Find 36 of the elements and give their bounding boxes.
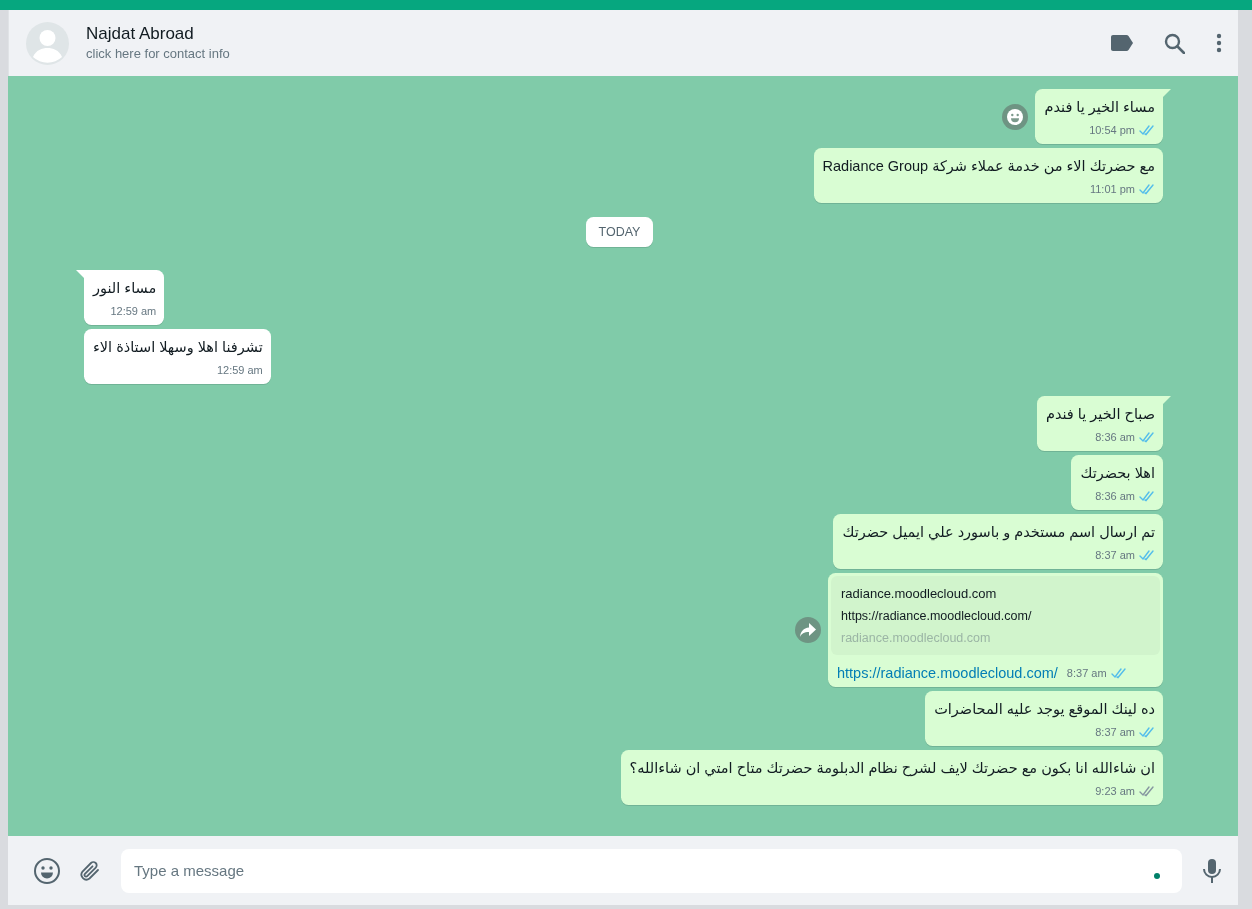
menu-icon[interactable] <box>1216 33 1222 53</box>
preview-site: radiance.moodlecloud.com <box>841 631 992 645</box>
contact-info-hint[interactable]: click here for contact info <box>86 45 1111 63</box>
message-text: ان شاءالله انا بكون مع حضرتك لايف لشرح نظام الدبلومة حضرتك متاح امتي ان شاءالله؟ <box>629 759 1155 778</box>
message-text: تم ارسال اسم مستخدم و باسورد علي ايميل حضرتك <box>842 523 1155 542</box>
message-time: 9:23 am <box>1095 784 1135 799</box>
message-text: صباح الخير يا فندم <box>1045 405 1155 424</box>
message-time: 10:54 pm <box>1089 123 1135 138</box>
message-time: 8:36 am <box>1095 430 1135 445</box>
message-time: 8:37 am <box>1095 548 1135 563</box>
message-text: اهلا بحضرتك <box>1080 464 1155 483</box>
message-text: مساء الخير يا فندم <box>1044 98 1155 117</box>
message-text: مع حضرتك الاء من خدمة عملاء شركة Radiance Group <box>822 157 1155 176</box>
microphone-icon[interactable] <box>1202 857 1222 884</box>
message-text: ده لينك الموقع يوجد عليه المحاضرات <box>934 700 1155 719</box>
forward-icon[interactable] <box>795 617 821 643</box>
emoji-icon[interactable] <box>33 856 61 885</box>
message-link[interactable]: https://radiance.moodlecloud.com/ <box>837 665 1058 681</box>
message-text: تشرفنا اهلا وسهلا استاذة الاء <box>93 338 263 357</box>
message-input[interactable]: Type a message <box>121 848 1182 893</box>
search-icon[interactable] <box>1164 32 1185 54</box>
contact-name[interactable]: Najdat Abroad <box>86 23 1111 45</box>
message-time: 8:37 am <box>1095 725 1135 740</box>
preview-description: https://radiance.moodlecloud.com/ <box>841 609 1033 623</box>
link-preview-card[interactable]: radiance.moodlecloud.com https://radiance.moodlecloud.com/ radiance.moodlecloud.com <box>831 576 1160 655</box>
emoji-reaction-icon[interactable] <box>1002 103 1029 130</box>
message-time: 12:59 am <box>216 363 263 378</box>
paperclip-icon[interactable] <box>78 858 102 883</box>
message-time: 12:59 am <box>110 304 157 319</box>
preview-title: radiance.moodlecloud.com <box>841 586 998 601</box>
dot-icon <box>1154 872 1160 879</box>
message-time: 8:37 am <box>1066 666 1107 681</box>
message-time: 11:01 pm <box>1089 182 1135 197</box>
message-text: مساء النور <box>93 279 157 298</box>
message-time: 8:36 am <box>1095 489 1135 504</box>
label-icon[interactable] <box>1111 35 1133 51</box>
